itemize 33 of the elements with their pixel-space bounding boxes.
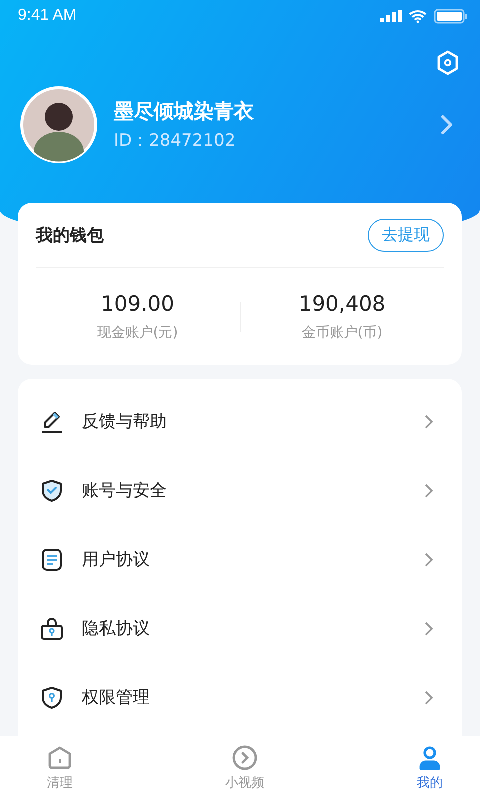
person-icon (417, 744, 443, 770)
home-icon (47, 744, 73, 770)
menu-item[interactable]: 权限管理 (40, 663, 434, 732)
user-name: 墨尽倾城染青衣 (114, 98, 255, 125)
shield-key-icon (40, 686, 64, 710)
battery-icon (434, 8, 468, 24)
account-label: 现金账户(元) (97, 324, 178, 342)
account-balance: 190,408 (298, 292, 386, 316)
chevron-right-icon (424, 552, 434, 568)
avatar[interactable] (20, 86, 98, 164)
chevron-right-icon (424, 620, 434, 636)
settings-icon[interactable] (436, 50, 460, 76)
wifi-icon (409, 10, 427, 22)
menu-item[interactable]: 账号与安全 (40, 456, 434, 525)
pencil-icon (40, 410, 64, 434)
account-balance: 109.00 (101, 292, 174, 316)
signal-icon (380, 10, 402, 22)
chevron-right-icon (424, 690, 434, 706)
chevron-right-icon (424, 482, 434, 498)
shield-check-icon (40, 478, 64, 502)
chevron-right-icon (424, 414, 434, 430)
user-id: ID：28472102 (114, 130, 237, 152)
lock-icon (40, 616, 64, 640)
menu-item[interactable]: 用户协议 (40, 525, 434, 594)
play-icon (232, 744, 258, 770)
chevron-right-icon[interactable] (440, 114, 454, 136)
document-icon (40, 548, 64, 572)
status-time: 9:41 AM (18, 7, 77, 25)
account-label: 金币账户(币) (302, 324, 383, 342)
wallet-title: 我的钱包 (36, 224, 104, 246)
tab[interactable]: 我的 (398, 736, 462, 800)
menu-item[interactable]: 隐私协议 (40, 594, 434, 663)
menu-item[interactable]: 反馈与帮助 (40, 387, 434, 456)
